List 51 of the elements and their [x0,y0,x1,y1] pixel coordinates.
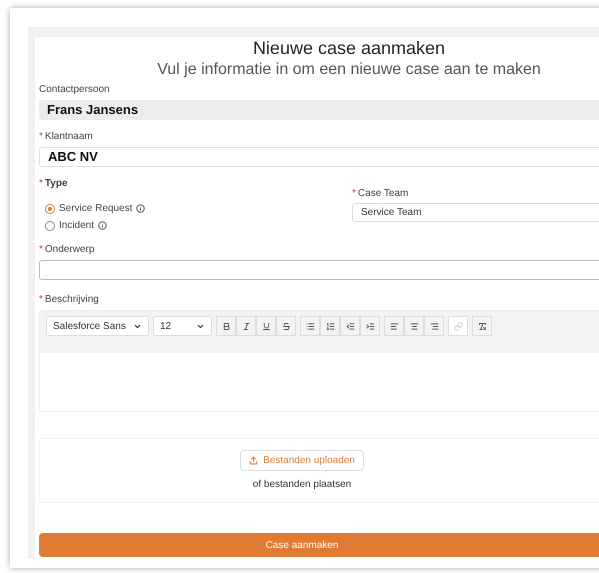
info-icon [136,204,146,213]
strikethrough-button[interactable] [276,316,296,336]
info-icon [98,221,108,230]
required-asterisk: * [39,293,43,307]
numbered-list-button[interactable] [320,316,340,336]
underline-button[interactable] [256,316,276,336]
radio-button[interactable] [45,204,55,214]
underline-icon [262,322,270,330]
italic-button[interactable] [236,316,256,336]
strikethrough-icon [282,322,290,330]
font-select[interactable]: Salesforce Sans [46,316,149,336]
align-left-icon [390,322,398,330]
field-label: Klantnaam [44,130,93,144]
size-select[interactable]: 12 [153,316,212,336]
form-title: Nieuwe case aanmaken [252,37,446,59]
align-right-icon [430,322,438,330]
align-center-icon [410,322,418,330]
clear-format-icon [478,322,486,330]
radio-button[interactable] [45,220,55,230]
bold-button[interactable] [216,316,236,336]
field-label: Onderwerp [44,243,94,257]
field-label: Beschrijving [44,293,99,307]
numbered-list-icon [326,322,334,330]
indent-icon [366,322,374,330]
bulleted-list-button[interactable] [300,316,320,336]
field-label: Type [44,177,68,191]
indent-button[interactable] [360,316,380,336]
required-asterisk: * [39,243,43,257]
link-icon [454,322,462,330]
field-label: Contactpersoon [39,83,110,97]
align-left-button[interactable] [384,316,404,336]
drop-hint: of bestanden plaatsen [252,478,352,492]
clear-format-button[interactable] [472,316,492,336]
radio-label: Service Request [59,202,132,216]
required-asterisk: * [39,177,43,191]
radio-label: Incident [59,219,94,233]
italic-icon [242,322,250,330]
subject-field[interactable] [39,260,599,280]
align-center-button[interactable] [404,316,424,336]
required-asterisk: * [352,187,356,201]
bulleted-list-icon [306,322,314,330]
field-label: Case Team [358,187,408,201]
upload-icon [249,456,258,464]
outdent-button[interactable] [340,316,360,336]
case-team-field[interactable]: Service Team [352,203,599,222]
bold-icon [222,322,230,330]
required-asterisk: * [39,130,43,144]
customer-field[interactable]: ABC NV [39,147,599,167]
form-subtitle: Vul je informatie in om een nieuwe case aan te maken [157,60,541,80]
outdent-icon [346,322,354,330]
align-right-button[interactable] [424,316,444,336]
